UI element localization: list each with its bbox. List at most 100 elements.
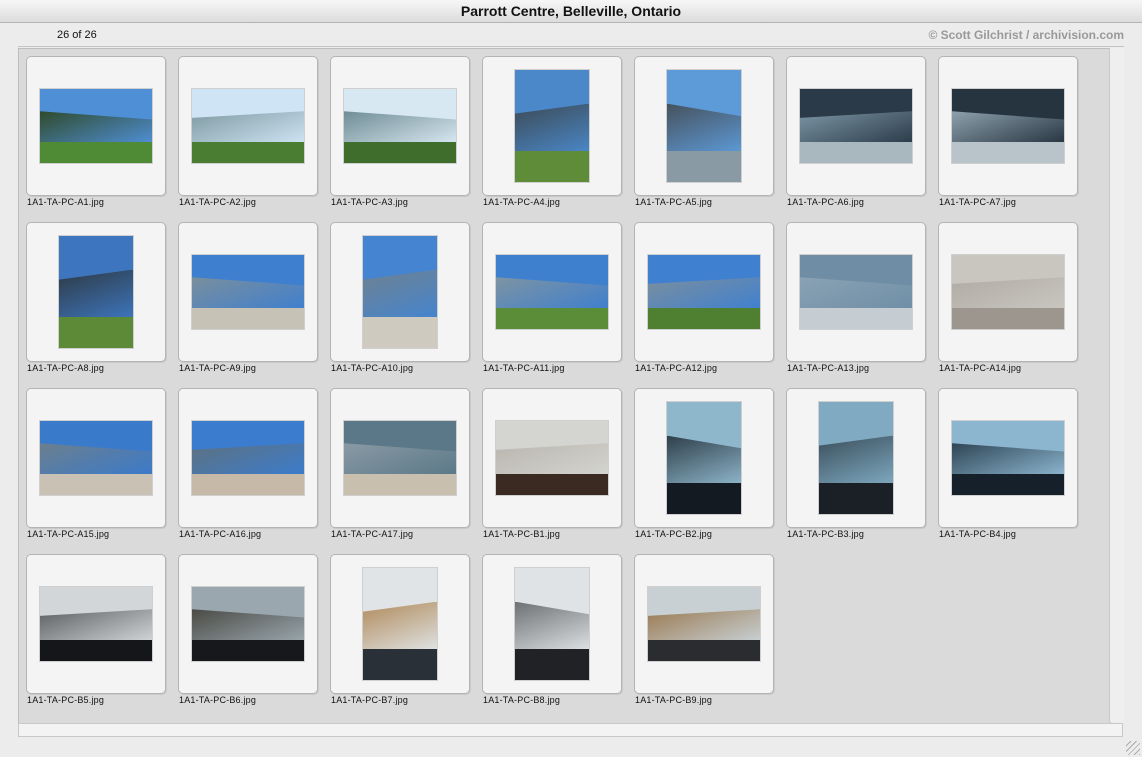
thumbnail-cell[interactable]: 1A1-TA-PC-B6.jpg [171,547,321,713]
thumbnail-cell[interactable]: 1A1-TA-PC-B1.jpg [475,381,625,547]
thumbnail-cell[interactable]: 1A1-TA-PC-A2.jpg [171,49,321,215]
thumbnail-frame[interactable] [178,56,318,196]
thumbnail-frame[interactable] [482,222,622,362]
thumbnail-image[interactable] [667,402,741,514]
thumbnail-image[interactable] [344,421,456,495]
thumbnail-cell[interactable]: 1A1-TA-PC-A3.jpg [323,49,473,215]
thumbnail-image[interactable] [344,89,456,163]
thumbnail-frame[interactable] [178,222,318,362]
photo-ground [192,308,304,329]
thumbnail-cell[interactable]: 1A1-TA-PC-A6.jpg [779,49,929,215]
thumbnail-image[interactable] [192,421,304,495]
thumbnail-filename: 1A1-TA-PC-A2.jpg [179,197,257,207]
thumbnail-frame[interactable] [634,56,774,196]
thumbnail-frame[interactable] [330,388,470,528]
thumbnail-image[interactable] [515,70,589,182]
thumbnail-cell[interactable]: 1A1-TA-PC-A11.jpg [475,215,625,381]
thumbnail-image[interactable] [40,421,152,495]
thumbnail-image[interactable] [648,255,760,329]
thumbnail-frame[interactable] [634,222,774,362]
thumbnail-cell[interactable]: 1A1-TA-PC-A5.jpg [627,49,777,215]
thumbnail-cell[interactable]: 1A1-TA-PC-B4.jpg [931,381,1081,547]
thumbnail-cell[interactable]: 1A1-TA-PC-A10.jpg [323,215,473,381]
thumbnail-cell[interactable]: 1A1-TA-PC-A9.jpg [171,215,321,381]
vertical-scrollbar[interactable] [1109,48,1124,722]
thumbnail-filename: 1A1-TA-PC-A3.jpg [331,197,409,207]
thumbnail-image[interactable] [515,568,589,680]
thumbnail-image[interactable] [952,421,1064,495]
photo-ground [40,142,152,163]
thumbnail-cell[interactable]: 1A1-TA-PC-B8.jpg [475,547,625,713]
thumbnail-image[interactable] [648,587,760,661]
thumbnail-cell[interactable]: 1A1-TA-PC-A17.jpg [323,381,473,547]
thumbnail-frame[interactable] [786,56,926,196]
thumbnail-image[interactable] [952,89,1064,163]
thumbnail-image[interactable] [192,255,304,329]
thumbnail-frame[interactable] [330,554,470,694]
thumbnail-frame[interactable] [26,56,166,196]
thumbnail-cell[interactable]: 1A1-TA-PC-B3.jpg [779,381,929,547]
photo-ground [363,316,437,348]
thumbnail-frame[interactable] [482,56,622,196]
thumbnail-filename: 1A1-TA-PC-B2.jpg [635,529,713,539]
thumbnail-frame[interactable] [26,388,166,528]
thumbnail-filename: 1A1-TA-PC-A8.jpg [27,363,105,373]
thumbnail-image[interactable] [40,89,152,163]
thumbnail-cell[interactable]: 1A1-TA-PC-A7.jpg [931,49,1081,215]
thumbnail-frame[interactable] [330,222,470,362]
thumbnail-image[interactable] [192,89,304,163]
thumbnail-frame[interactable] [938,56,1078,196]
thumbnail-filename: 1A1-TA-PC-A13.jpg [787,363,870,373]
thumbnail-filename: 1A1-TA-PC-B7.jpg [331,695,409,705]
thumbnail-frame[interactable] [26,222,166,362]
thumbnail-frame[interactable] [938,222,1078,362]
thumbnail-filename: 1A1-TA-PC-A7.jpg [939,197,1017,207]
photo-ground [800,142,912,163]
thumbnail-frame[interactable] [178,388,318,528]
thumbnail-frame[interactable] [482,388,622,528]
photo-ground [952,142,1064,163]
thumbnail-image[interactable] [496,421,608,495]
thumbnail-image[interactable] [40,587,152,661]
thumbnail-image[interactable] [819,402,893,514]
thumbnail-frame[interactable] [786,388,926,528]
thumbnail-cell[interactable]: 1A1-TA-PC-A1.jpg [19,49,169,215]
photo-ground [952,474,1064,495]
photo-ground [648,308,760,329]
thumbnail-image[interactable] [667,70,741,182]
thumbnail-frame[interactable] [26,554,166,694]
thumbnail-frame[interactable] [786,222,926,362]
thumbnail-cell[interactable]: 1A1-TA-PC-A8.jpg [19,215,169,381]
photo-ground [40,474,152,495]
thumbnail-image[interactable] [800,89,912,163]
photo-ground [192,142,304,163]
thumbnail-cell[interactable]: 1A1-TA-PC-B7.jpg [323,547,473,713]
thumbnail-cell[interactable]: 1A1-TA-PC-A4.jpg [475,49,625,215]
thumbnail-cell[interactable]: 1A1-TA-PC-A16.jpg [171,381,321,547]
thumbnail-cell[interactable]: 1A1-TA-PC-B5.jpg [19,547,169,713]
thumbnail-image[interactable] [952,255,1064,329]
thumbnail-cell[interactable]: 1A1-TA-PC-A13.jpg [779,215,929,381]
thumbnail-frame[interactable] [330,56,470,196]
thumbnail-cell[interactable]: 1A1-TA-PC-A12.jpg [627,215,777,381]
thumbnail-frame[interactable] [634,554,774,694]
thumbnail-cell[interactable]: 1A1-TA-PC-A15.jpg [19,381,169,547]
photo-ground [40,640,152,661]
thumbnail-image[interactable] [363,236,437,348]
thumbnail-frame[interactable] [938,388,1078,528]
thumbnail-image[interactable] [59,236,133,348]
thumbnail-cell[interactable]: 1A1-TA-PC-A14.jpg [931,215,1081,381]
window-title-bar[interactable]: Parrott Centre, Belleville, Ontario [0,0,1142,23]
thumbnail-frame[interactable] [634,388,774,528]
thumbnail-image[interactable] [800,255,912,329]
thumbnail-frame[interactable] [178,554,318,694]
thumbnail-image[interactable] [496,255,608,329]
thumbnail-image[interactable] [192,587,304,661]
thumbnail-image[interactable] [363,568,437,680]
thumbnail-cell[interactable]: 1A1-TA-PC-B2.jpg [627,381,777,547]
thumbnail-cell[interactable]: 1A1-TA-PC-B9.jpg [627,547,777,713]
resize-grip-icon[interactable] [1126,741,1140,755]
thumbnail-filename: 1A1-TA-PC-A16.jpg [179,529,262,539]
horizontal-scrollbar[interactable] [18,723,1123,737]
thumbnail-frame[interactable] [482,554,622,694]
